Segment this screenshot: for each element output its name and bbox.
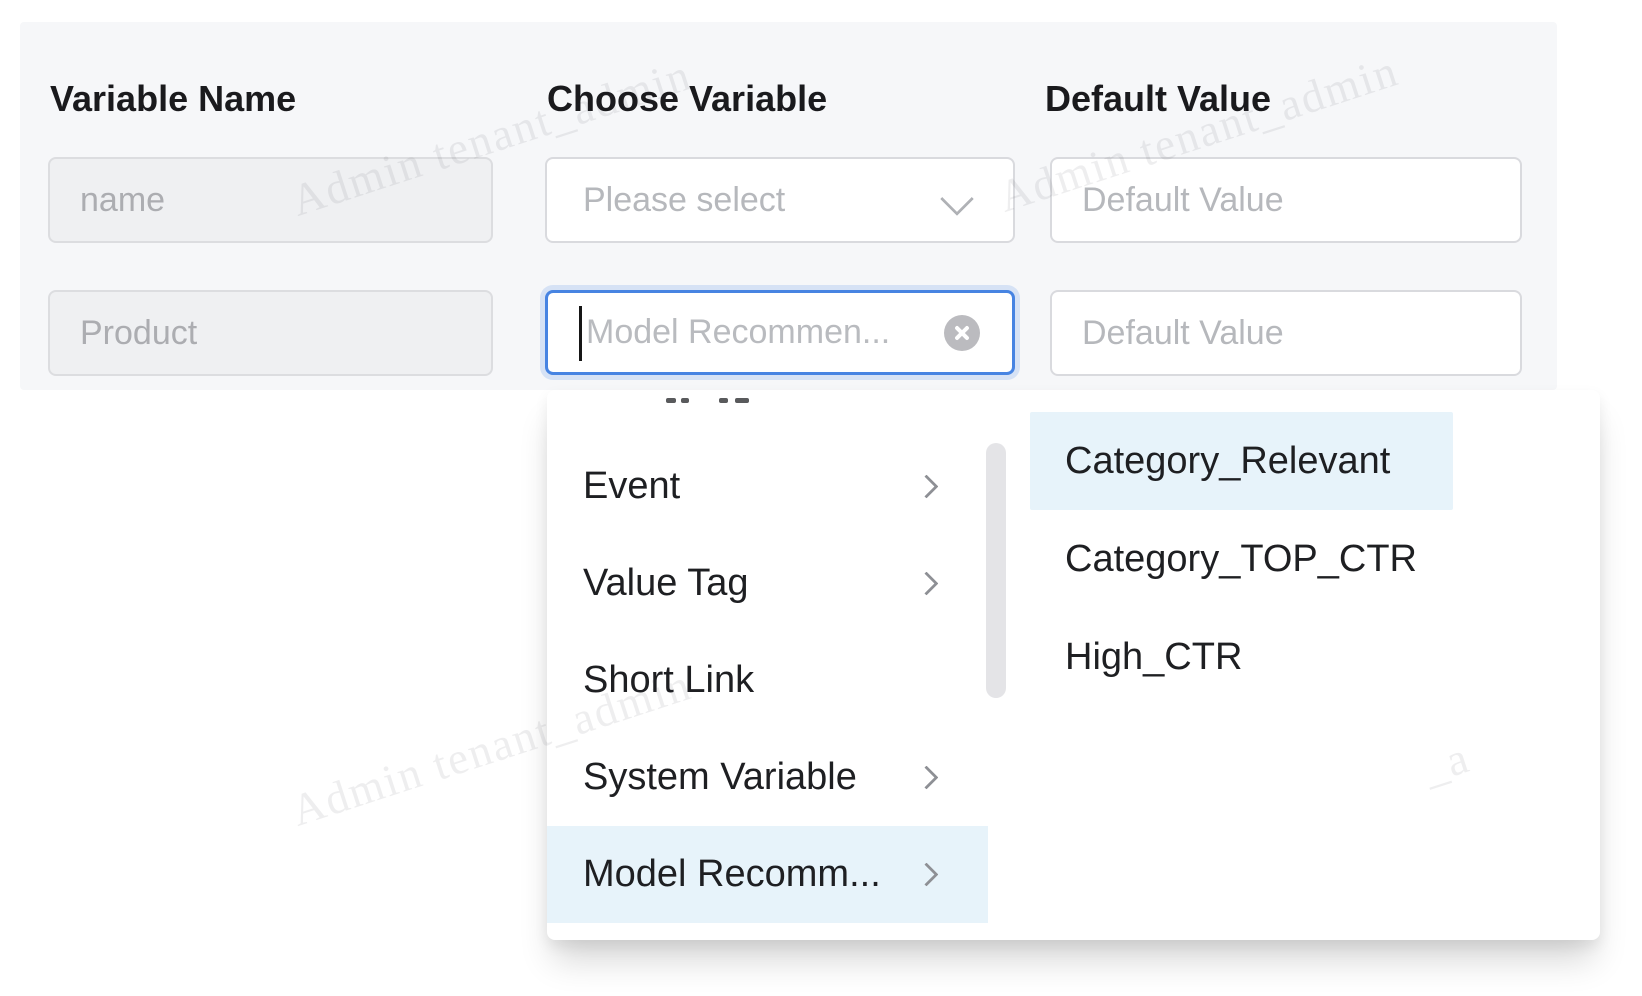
menu-item-model-recommend[interactable]: Model Recomm... xyxy=(547,826,988,923)
chevron-right-icon xyxy=(914,571,938,595)
menu-item-category-top-ctr[interactable]: Category_TOP_CTR xyxy=(1030,510,1453,608)
menu-item-value-tag[interactable]: Value Tag xyxy=(547,535,988,632)
cascader-selected-value: Model Recommen... xyxy=(586,293,890,372)
menu-item-event[interactable]: Event xyxy=(547,438,988,535)
text-caret xyxy=(579,306,582,361)
menu-item-clipped[interactable] xyxy=(547,390,988,438)
menu-item-system-variable[interactable]: System Variable xyxy=(547,729,988,826)
label-choose-variable: Choose Variable xyxy=(547,78,827,116)
clipped-text-remnant xyxy=(666,398,676,403)
default-value-input-row2[interactable] xyxy=(1050,290,1522,376)
menu-item-high-ctr[interactable]: High_CTR xyxy=(1030,608,1453,706)
scrollbar-thumb[interactable] xyxy=(986,443,1006,698)
cascader-column-1: Event Value Tag Short Link System Variab… xyxy=(547,390,1013,940)
variable-name-input-row2[interactable] xyxy=(48,290,493,376)
chevron-right-icon xyxy=(914,765,938,789)
cascader-menu-list: Event Value Tag Short Link System Variab… xyxy=(547,390,988,923)
default-value-input-row1[interactable] xyxy=(1050,157,1522,243)
variable-name-input-row1[interactable] xyxy=(48,157,493,243)
menu-item-short-link[interactable]: Short Link xyxy=(547,632,988,729)
label-variable-name: Variable Name xyxy=(50,78,296,116)
clipped-text-remnant xyxy=(681,398,689,403)
chevron-down-icon xyxy=(940,182,974,216)
clipped-text-remnant xyxy=(719,398,728,403)
label-default-value: Default Value xyxy=(1045,78,1271,116)
clear-icon[interactable] xyxy=(944,315,980,351)
choose-variable-select-row1[interactable]: Please select xyxy=(545,157,1015,243)
chevron-right-icon xyxy=(914,474,938,498)
choose-variable-cascader-row2[interactable]: Model Recommen... xyxy=(545,290,1015,375)
cascader-column-2: Category_Relevant Category_TOP_CTR High_… xyxy=(1013,390,1600,940)
cascader-dropdown: Event Value Tag Short Link System Variab… xyxy=(547,390,1600,940)
clipped-text-remnant xyxy=(735,398,749,403)
select-placeholder: Please select xyxy=(583,159,785,241)
menu-item-category-relevant[interactable]: Category_Relevant xyxy=(1030,412,1453,510)
chevron-right-icon xyxy=(914,862,938,886)
